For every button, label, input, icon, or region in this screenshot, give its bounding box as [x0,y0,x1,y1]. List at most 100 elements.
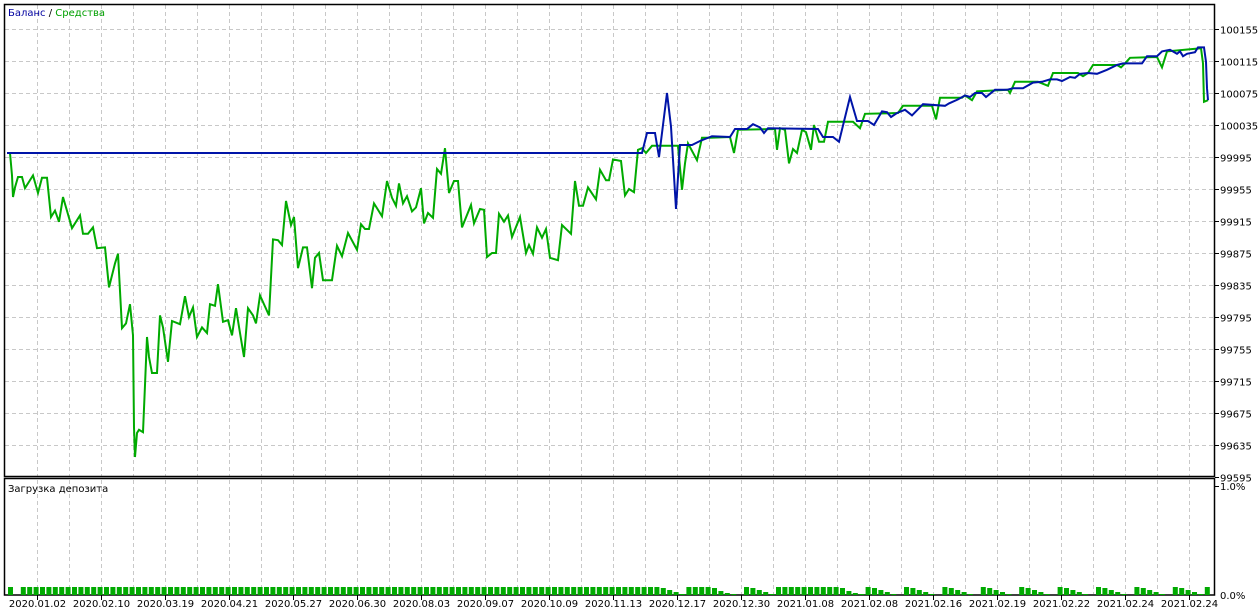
y-axis: 100155 100115 100075 100035 99995 99955 99915 9… [1215,26,1258,487]
deposit-load-bar [46,587,52,595]
deposit-load-bar [475,587,481,595]
deposit-load-bar [513,587,519,595]
deposit-load-bar [187,587,193,595]
load-panel-frame [3,477,1216,596]
y-tick-label: 99755 [1220,346,1252,357]
deposit-load-bar [763,592,769,595]
x-tick-label: 2021.02.24 [1097,599,1154,610]
deposit-load-bar [865,587,871,595]
deposit-load-bar [564,587,570,595]
y-tick-label: 99955 [1220,186,1252,197]
deposit-load-bar [891,594,897,595]
x-tick-label: 2020.08.03 [393,599,450,610]
x-tick-label: 2021.02.16 [905,599,962,610]
deposit-load-bar [878,590,884,595]
deposit-load-bar [1140,588,1146,595]
load-axis-bottom-label: 0.0% [1220,591,1245,602]
x-tick-label: 2020.05.27 [265,599,322,610]
deposit-load-bar [1115,592,1121,595]
deposit-load-bar [1096,587,1101,595]
deposit-load-bar [910,588,916,595]
deposit-load-bar [731,594,737,595]
y-tick-label: 99995 [1220,154,1252,165]
deposit-load-bar [52,587,58,595]
y-tick-label: 100075 [1220,90,1258,101]
deposit-load-bar [225,587,231,595]
deposit-load-bar [852,593,858,595]
deposit-load-bar [500,587,506,595]
deposit-load-bar [1076,592,1082,595]
deposit-load-bar [257,587,263,595]
deposit-load-bar [660,588,666,595]
deposit-load-bar [654,587,660,595]
deposit-load-bar [168,587,173,595]
deposit-load-bar [411,587,417,595]
deposit-load-bar [1070,590,1076,595]
deposit-load-bar [609,587,615,595]
y-tick-label: 99715 [1220,378,1252,389]
series-lines [7,46,1209,458]
deposit-load-bar [846,591,852,595]
deposit-load-bar [8,587,13,595]
deposit-load-bar [782,587,788,595]
y-tick-label: 99635 [1220,442,1252,453]
deposit-load-bar [667,590,673,595]
x-tick-label: 2020.12.17 [649,599,706,610]
deposit-load-bar [724,593,730,595]
deposit-load-bar [756,590,762,595]
deposit-load-bar [334,587,340,595]
deposit-load-bar [302,587,308,595]
deposit-load-bar [820,587,826,595]
deposit-load-bar [923,592,929,595]
deposit-load-bar [859,594,865,595]
x-axis: 2020.01.02 2020.02.10 2020.03.19 2020.04.21… [9,595,1218,610]
deposit-load-bar [1019,587,1025,595]
deposit-load-bar [436,587,442,595]
deposit-load-bar [1198,594,1204,595]
deposit-load-bar [686,587,692,595]
deposit-load-bar [72,587,77,595]
x-tick-label: 2020.09.07 [457,599,514,610]
deposit-load-bar [577,587,583,595]
deposit-load-bar [110,587,116,595]
deposit-load-bar [526,587,532,595]
deposit-load-bar [340,587,346,595]
deposit-load-bar [494,587,500,595]
deposit-load-bar [980,587,986,595]
deposit-load-bar [884,592,890,595]
x-tick-label: 2020.02.10 [73,599,130,610]
deposit-load-bar [193,587,199,595]
deposit-load-bar [584,587,589,595]
deposit-load-bar [1185,590,1191,595]
deposit-load-bar [1102,588,1108,595]
deposit-load-bar [353,587,359,595]
deposit-load-bar [916,590,922,595]
y-tick-label: 99915 [1220,218,1252,229]
deposit-load-bar [270,587,276,595]
deposit-load-bar [603,587,609,595]
legend: Баланс / Средства [8,8,105,19]
balance-equity-chart: 100155 100115 100075 100035 99995 99955 99915 9… [3,3,1258,610]
deposit-load-bar [238,587,244,595]
deposit-load-bar [404,587,410,595]
deposit-load-bar [987,588,993,595]
load-panel-title: Загрузка депозита [8,484,108,495]
deposit-load-bar [1134,587,1140,595]
deposit-load-bar [328,587,333,595]
deposit-load-bar [206,587,212,595]
deposit-load-bar [635,587,641,595]
deposit-load-bar [289,587,295,595]
deposit-load-bar [212,587,218,595]
x-tick-label: 2021.02.22 [1033,599,1090,610]
deposit-load-bar [142,587,148,595]
deposit-load-bar [744,587,749,595]
deposit-load-bar [942,587,948,595]
deposit-load-bar [40,587,45,595]
deposit-load-bar [769,594,775,595]
x-tick-label: 2020.03.19 [137,599,194,610]
deposit-load-bar [1121,594,1127,595]
deposit-load-bar [264,587,269,595]
deposit-load-bar [1038,592,1044,595]
deposit-load-bar [1083,594,1089,595]
deposit-load-bar [833,587,839,595]
